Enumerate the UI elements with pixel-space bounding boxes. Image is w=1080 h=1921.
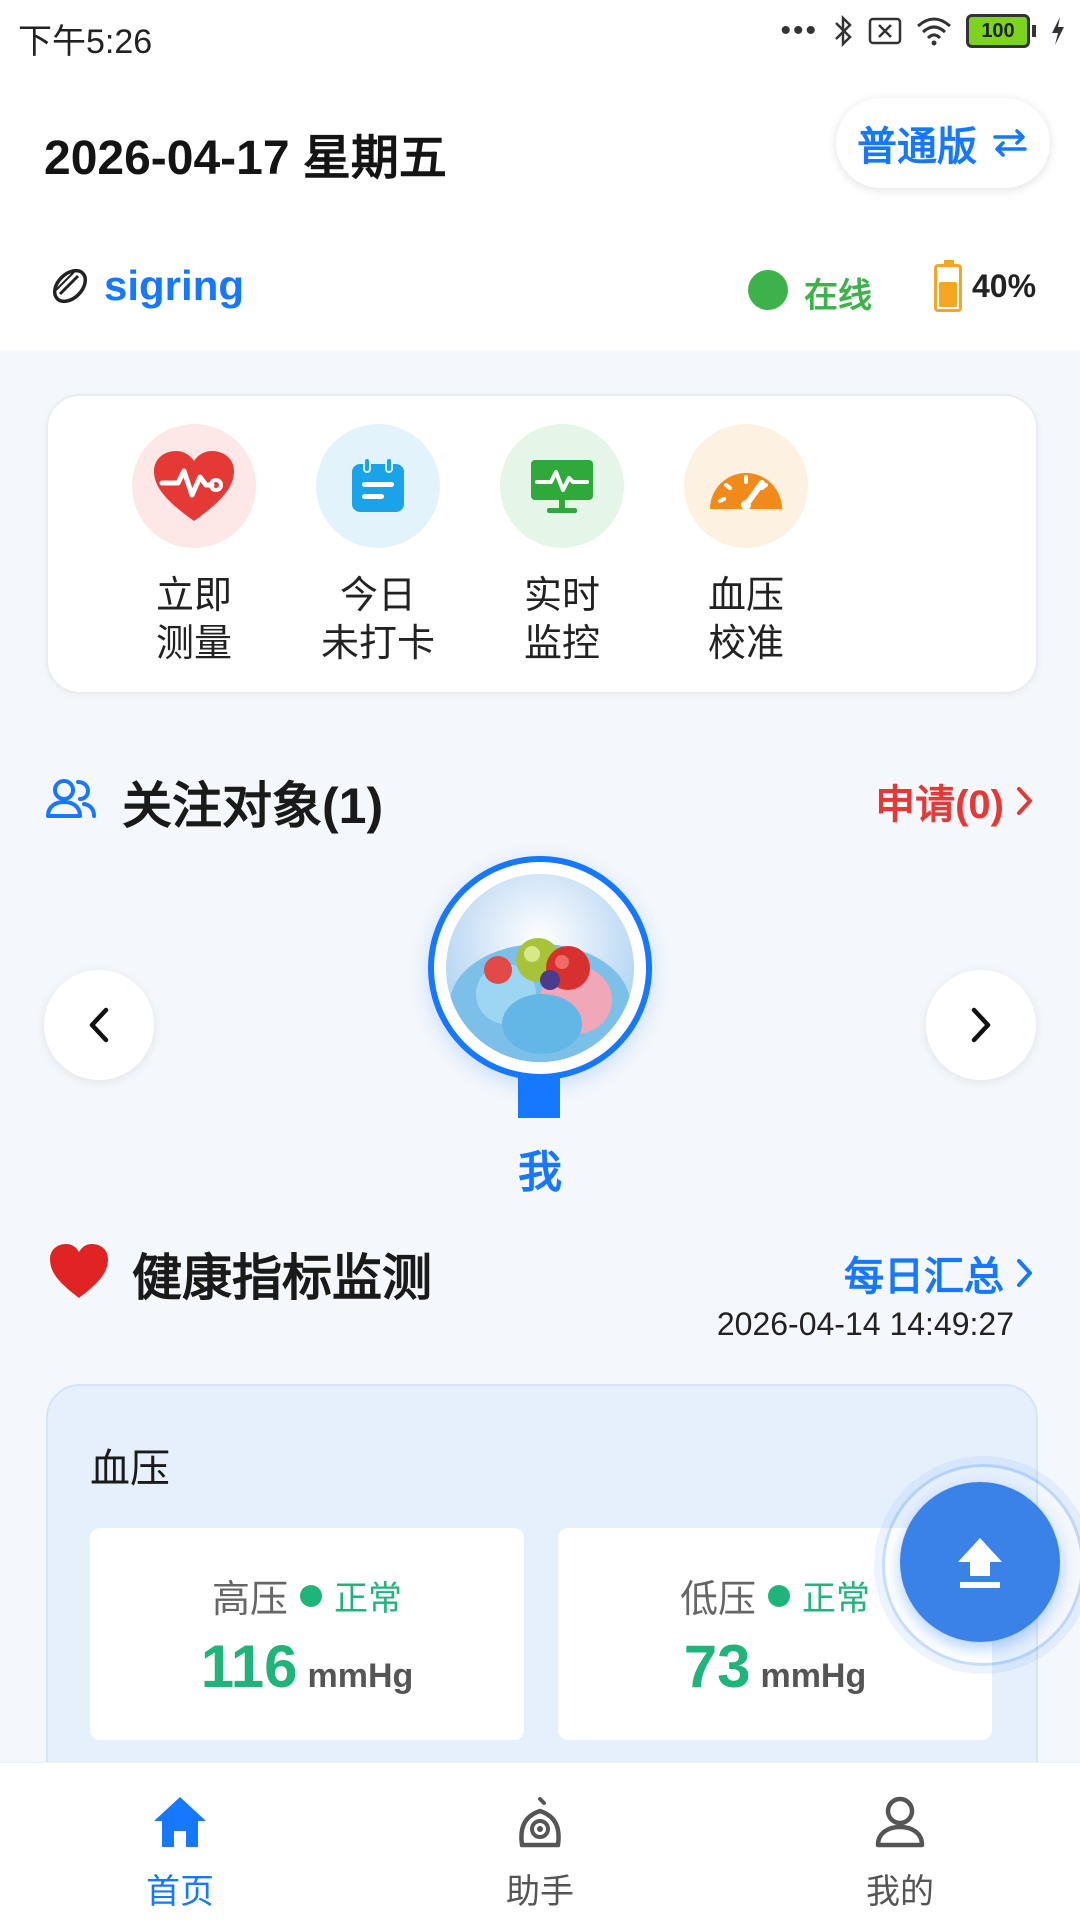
quick-action-label: 今日 未打卡 [320,575,435,665]
people-icon [46,779,96,818]
daily-summary-link[interactable]: 每日汇总 [844,1244,1034,1302]
status-dot [300,1584,322,1607]
bp-card-title: 血压 [90,1447,170,1491]
more-dots-icon: ••• [780,14,818,47]
quick-action-checkin[interactable]: 今日 未打卡 [288,424,468,668]
follow-section-header: 关注对象(1) 申请(0) [44,764,1044,834]
device-battery-percent: 40% [972,268,1037,304]
chevron-right-icon [1017,1259,1032,1287]
daily-summary-label: 每日汇总 [844,1255,1004,1299]
device-row[interactable]: sigring 在线 40% [0,258,1080,318]
online-indicator [748,270,788,310]
switch-arrows-icon [993,129,1027,157]
quick-actions-card: 立即 测量 今日 未打卡 实时 监控 血压 校准 [46,394,1038,694]
health-section-header: 健康指标监测 每日汇总 [44,1236,1044,1306]
quick-action-label: 血压 校准 [707,575,784,665]
gauge-icon [684,424,808,548]
tab-label: 我的 [866,1873,934,1911]
tab-profile[interactable]: 我的 [800,1793,1000,1913]
ring-icon [52,268,88,304]
systolic-unit: mmHg [307,1657,414,1695]
next-person-button[interactable] [926,970,1036,1080]
avatar-selected[interactable] [428,856,652,1080]
wifi-icon [917,17,951,46]
systolic-value: 116 [200,1633,298,1700]
bottom-tab-bar: 首页 助手 我的 [0,1762,1080,1921]
assistant-icon [519,1797,561,1848]
apply-link[interactable]: 申请(0) [875,772,1034,830]
device-name: sigring [104,262,245,309]
status-icons: ••• 100 [780,14,1066,48]
chevron-right-icon [971,1007,991,1043]
quick-action-monitor[interactable]: 实时 监控 [472,424,652,668]
quick-action-label: 实时 监控 [523,575,600,665]
phone-battery-icon: 100 [966,14,1036,48]
online-status: 在线 [804,277,872,315]
quick-action-label: 立即 测量 [155,575,232,665]
chevron-left-icon [89,1007,109,1043]
tab-assistant[interactable]: 助手 [440,1793,640,1913]
upload-button[interactable] [900,1482,1060,1642]
edition-label: 普通版 [857,125,977,169]
heart-icon [50,1244,108,1298]
status-time: 下午5:26 [18,23,153,61]
diastolic-unit: mmHg [760,1657,867,1695]
diastolic-status: 正常 [802,1580,870,1618]
phone-battery-level: 100 [966,14,1030,48]
bluetooth-icon [835,15,852,47]
profile-icon [875,1796,925,1848]
monitor-pulse-icon [500,424,624,548]
device-battery-icon [934,260,962,312]
page-date: 2026-04-17 星期五 [44,132,447,185]
charging-bolt-icon [1052,17,1064,45]
calendar-icon [316,424,440,548]
edition-switch-button[interactable]: 普通版 [836,98,1050,188]
upload-icon [958,1538,1002,1588]
avatar [446,874,634,1062]
home-icon [154,1797,206,1847]
heart-pulse-icon [132,424,256,548]
chevron-right-icon [1017,787,1032,815]
systolic-status: 正常 [334,1580,402,1618]
current-person-label: 我 [518,1148,562,1197]
apply-label: 申请(0) [875,783,1004,827]
no-sim-icon [868,17,902,45]
prev-person-button[interactable] [44,970,154,1080]
systolic-box: 高压 正常 116 mmHg [90,1528,524,1740]
tab-label: 助手 [506,1873,574,1911]
status-bar: 下午5:26 ••• 100 [0,0,1080,68]
follow-title: 关注对象(1) [122,778,384,834]
tab-home[interactable]: 首页 [80,1793,280,1913]
quick-action-measure[interactable]: 立即 测量 [104,424,284,668]
tab-label: 首页 [146,1873,214,1911]
status-dot [768,1584,790,1607]
header: 2026-04-17 星期五 普通版 sigring 在线 40% [0,68,1080,350]
avatar-indicator [518,1076,560,1118]
diastolic-value: 73 [683,1633,751,1700]
measurement-timestamp: 2026-04-14 14:49:27 [716,1306,1014,1342]
systolic-label: 高压 [211,1579,288,1621]
diastolic-label: 低压 [679,1579,756,1621]
quick-action-calibrate[interactable]: 血压 校准 [656,424,836,668]
health-title: 健康指标监测 [132,1250,432,1306]
